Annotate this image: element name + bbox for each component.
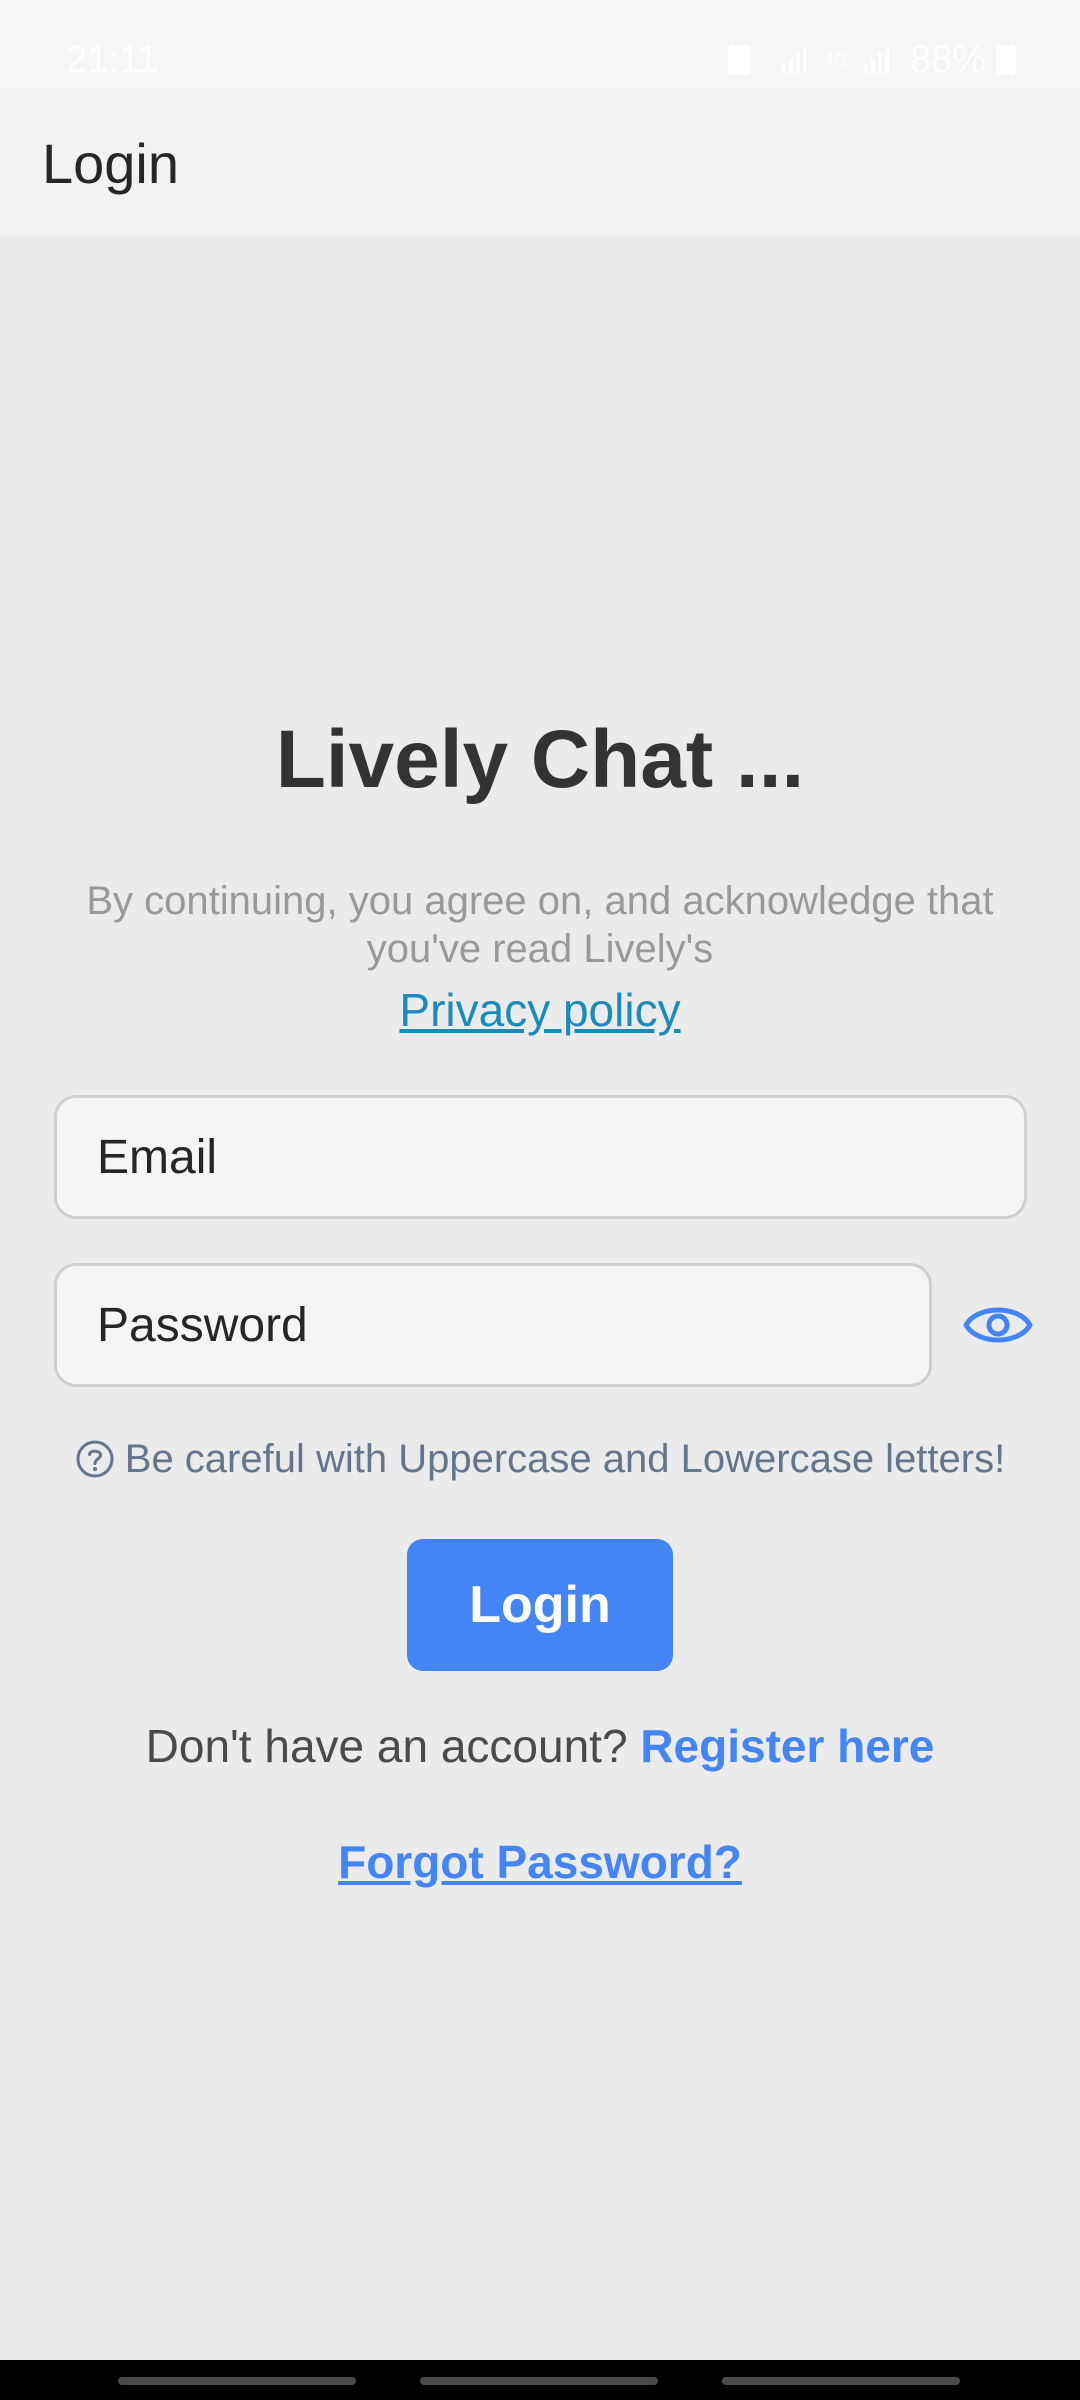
login-screen: 21:11 4G 88% Login Lively Chat ... By co… — [0, 0, 1080, 2400]
page-title: Login — [42, 132, 180, 195]
data-type-label: 4G — [823, 49, 848, 70]
nav-handle-right[interactable] — [722, 2377, 960, 2385]
help-circle-icon — [76, 1440, 114, 1478]
hint-text: Be careful with Uppercase and Lowercase … — [124, 1437, 1006, 1481]
signal-icon-secondary — [863, 47, 889, 73]
register-link[interactable]: Register here — [640, 1720, 934, 1772]
privacy-policy-link[interactable]: Privacy policy — [0, 982, 1080, 1038]
login-button[interactable]: Login — [407, 1539, 673, 1671]
nav-handle-center[interactable] — [420, 2377, 658, 2385]
eye-icon[interactable] — [963, 1295, 1033, 1355]
signal-icon — [781, 47, 807, 73]
password-hint: Be careful with Uppercase and Lowercase … — [0, 1432, 1080, 1486]
email-field[interactable] — [54, 1095, 1027, 1219]
navigation-bar — [0, 2360, 1080, 2400]
app-heading: Lively Chat ... — [275, 714, 805, 805]
status-icons: 4G 88% — [727, 36, 1016, 84]
password-visibility-toggle[interactable] — [963, 1295, 1033, 1355]
status-time: 21:11 — [66, 39, 159, 81]
battery-percentage: 88% — [909, 38, 986, 81]
forgot-password-link[interactable]: Forgot Password? — [0, 1832, 1080, 1892]
agreement-text: By continuing, you agree on, and acknowl… — [86, 879, 994, 971]
register-row: Don't have an account? Register here — [0, 1716, 1080, 1776]
privacy-policy-link-label[interactable]: Privacy policy — [399, 984, 680, 1036]
password-field[interactable] — [54, 1263, 932, 1387]
status-bar: 21:11 4G 88% — [0, 0, 1080, 88]
forgot-password-link-label[interactable]: Forgot Password? — [338, 1836, 742, 1888]
login-button-label[interactable]: Login — [469, 1575, 611, 1635]
nav-handle-left[interactable] — [118, 2377, 356, 2385]
sim-card-icon — [727, 45, 750, 75]
register-prompt: Don't have an account? — [145, 1720, 641, 1772]
app-bar: Login — [0, 88, 1080, 236]
battery-icon — [996, 45, 1016, 75]
